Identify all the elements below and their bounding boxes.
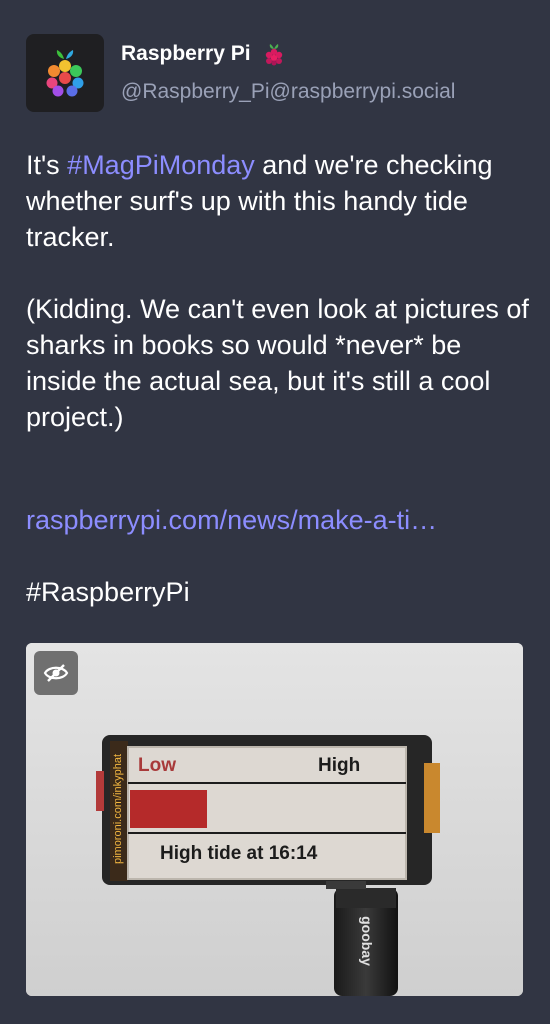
article-link[interactable]: raspberrypi.com/news/make-a-ti… — [26, 505, 437, 536]
device-photo — [26, 643, 523, 996]
raspberry-emoji-icon — [265, 44, 282, 66]
hide-media-button[interactable] — [34, 651, 78, 695]
screen-low-label: Low — [138, 755, 176, 776]
post-content: It's #MagPiMonday and we're checking whe… — [26, 147, 536, 435]
screen-high-label: High — [318, 755, 361, 776]
author-avatar[interactable] — [26, 34, 104, 112]
raspberry-pi-logo-icon — [46, 50, 84, 97]
post-paragraph-2: (Kidding. We can't even look at pictures… — [26, 294, 529, 432]
eye-slash-icon — [43, 664, 69, 682]
side-url-label: pimoroni.com/inkyphat — [112, 753, 124, 865]
hashtag-link[interactable]: #MagPiMonday — [67, 150, 255, 180]
author-handle[interactable]: @Raspberry_Pi@raspberrypi.social — [121, 80, 455, 104]
post-paragraph-1: It's #MagPiMonday and we're checking whe… — [26, 150, 493, 252]
footer-hashtag[interactable]: #RaspberryPi — [26, 577, 190, 608]
plug-brand-label: goobay — [359, 916, 375, 966]
screen-status-text: High tide at 16:14 — [160, 843, 318, 864]
media-attachment[interactable]: Low High High tide at 16:14 pimoroni.com… — [26, 643, 523, 996]
author-name[interactable]: Raspberry Pi — [121, 42, 251, 66]
author-name-row[interactable]: Raspberry Pi — [121, 42, 285, 66]
